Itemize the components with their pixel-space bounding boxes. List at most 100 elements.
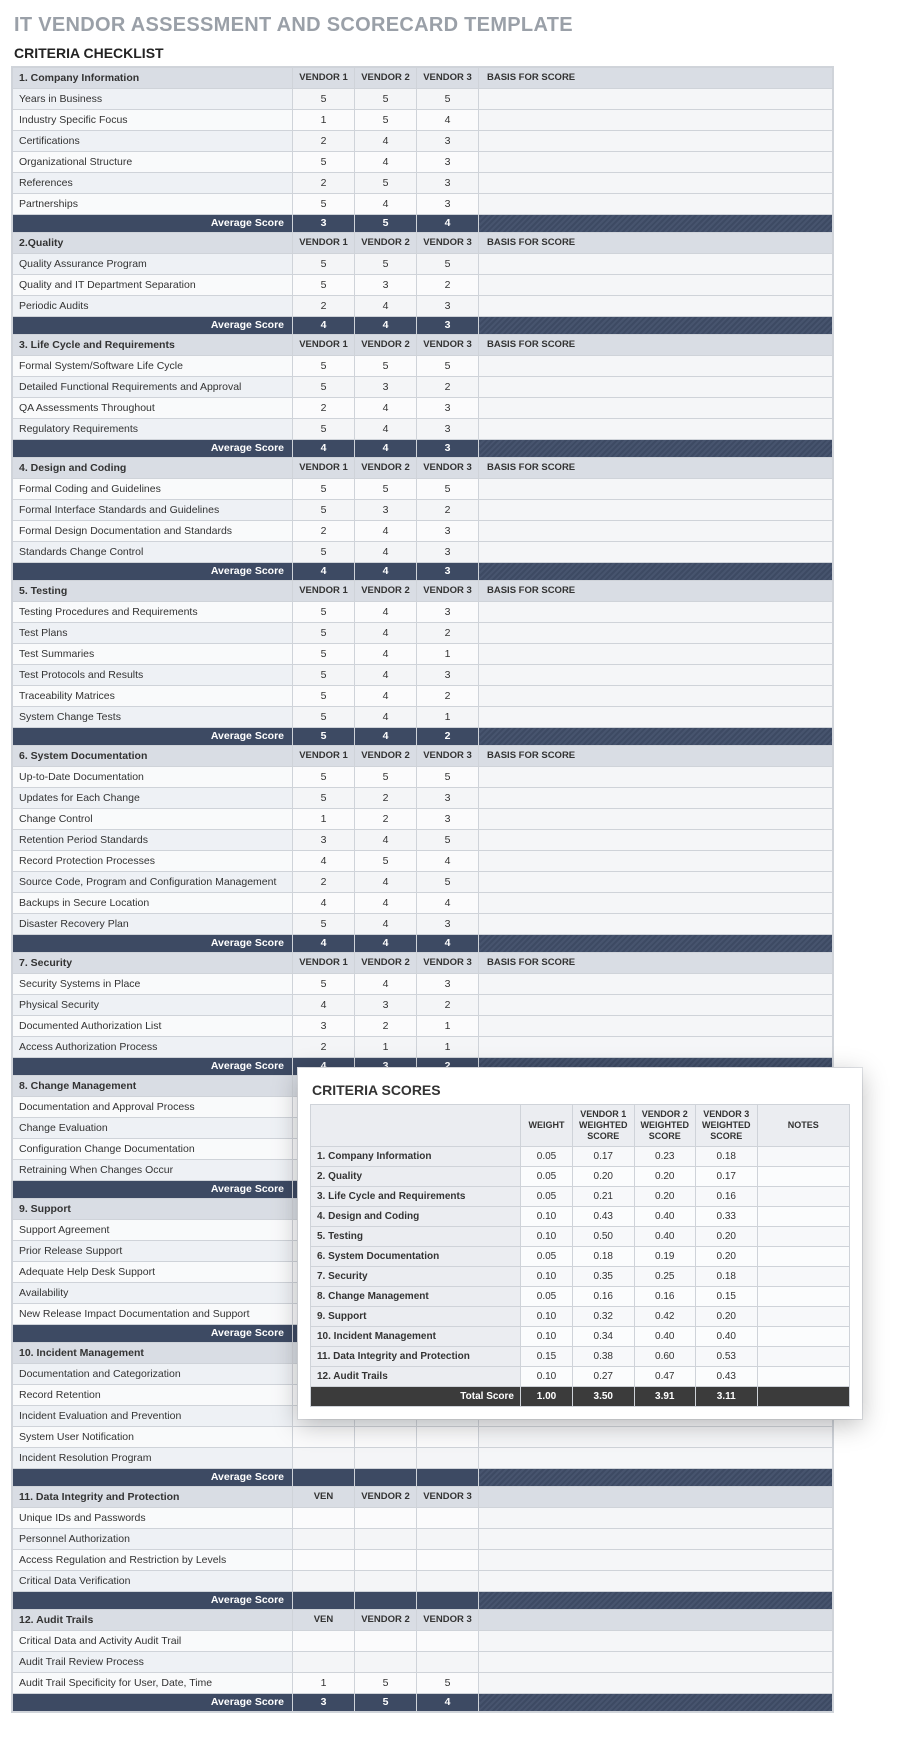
score-v1[interactable]: 5 bbox=[293, 623, 355, 644]
score-v2[interactable]: 3 bbox=[355, 995, 417, 1016]
basis-cell[interactable] bbox=[479, 479, 833, 500]
basis-cell[interactable] bbox=[479, 1427, 833, 1448]
score-v1[interactable]: 5 bbox=[293, 194, 355, 215]
score-v2[interactable]: 3 bbox=[355, 377, 417, 398]
score-v3[interactable]: 3 bbox=[417, 398, 479, 419]
score-v1[interactable] bbox=[293, 1448, 355, 1469]
score-v1[interactable]: 2 bbox=[293, 296, 355, 317]
basis-cell[interactable] bbox=[479, 275, 833, 296]
basis-cell[interactable] bbox=[479, 914, 833, 935]
score-v2[interactable]: 4 bbox=[355, 644, 417, 665]
score-v2[interactable] bbox=[355, 1652, 417, 1673]
score-v1[interactable]: 5 bbox=[293, 767, 355, 788]
score-v3[interactable]: 5 bbox=[417, 356, 479, 377]
score-v3[interactable]: 3 bbox=[417, 974, 479, 995]
score-v2[interactable] bbox=[355, 1529, 417, 1550]
score-v1[interactable]: 5 bbox=[293, 665, 355, 686]
score-v3[interactable]: 4 bbox=[417, 893, 479, 914]
score-v1[interactable]: 2 bbox=[293, 521, 355, 542]
basis-cell[interactable] bbox=[479, 89, 833, 110]
score-v2[interactable]: 4 bbox=[355, 296, 417, 317]
basis-cell[interactable] bbox=[479, 173, 833, 194]
score-row-notes[interactable] bbox=[757, 1347, 850, 1367]
score-v2[interactable]: 5 bbox=[355, 89, 417, 110]
score-v2[interactable]: 4 bbox=[355, 419, 417, 440]
score-v2[interactable]: 4 bbox=[355, 152, 417, 173]
score-v2[interactable]: 4 bbox=[355, 623, 417, 644]
score-v3[interactable]: 3 bbox=[417, 152, 479, 173]
score-v1[interactable]: 1 bbox=[293, 809, 355, 830]
score-v1[interactable]: 2 bbox=[293, 872, 355, 893]
score-v2[interactable] bbox=[355, 1427, 417, 1448]
score-v3[interactable]: 3 bbox=[417, 521, 479, 542]
score-v2[interactable]: 4 bbox=[355, 521, 417, 542]
score-v2[interactable]: 4 bbox=[355, 914, 417, 935]
basis-cell[interactable] bbox=[479, 644, 833, 665]
basis-cell[interactable] bbox=[479, 254, 833, 275]
score-v3[interactable]: 5 bbox=[417, 479, 479, 500]
score-v1[interactable] bbox=[293, 1571, 355, 1592]
score-v2[interactable]: 5 bbox=[355, 767, 417, 788]
score-v1[interactable]: 5 bbox=[293, 788, 355, 809]
score-v1[interactable] bbox=[293, 1652, 355, 1673]
score-v2[interactable]: 5 bbox=[355, 1673, 417, 1694]
score-v3[interactable]: 3 bbox=[417, 914, 479, 935]
score-v2[interactable]: 5 bbox=[355, 254, 417, 275]
score-v2[interactable]: 4 bbox=[355, 686, 417, 707]
score-v1[interactable]: 1 bbox=[293, 1673, 355, 1694]
score-v3[interactable]: 2 bbox=[417, 500, 479, 521]
score-v3[interactable]: 4 bbox=[417, 851, 479, 872]
score-v3[interactable]: 1 bbox=[417, 1037, 479, 1058]
score-v3[interactable]: 2 bbox=[417, 686, 479, 707]
score-v2[interactable]: 2 bbox=[355, 1016, 417, 1037]
score-v3[interactable]: 3 bbox=[417, 131, 479, 152]
score-v3[interactable]: 1 bbox=[417, 644, 479, 665]
basis-cell[interactable] bbox=[479, 521, 833, 542]
score-v1[interactable] bbox=[293, 1550, 355, 1571]
score-row-notes[interactable] bbox=[757, 1147, 850, 1167]
basis-cell[interactable] bbox=[479, 542, 833, 563]
basis-cell[interactable] bbox=[479, 500, 833, 521]
score-v1[interactable]: 5 bbox=[293, 602, 355, 623]
score-v2[interactable]: 2 bbox=[355, 809, 417, 830]
basis-cell[interactable] bbox=[479, 872, 833, 893]
basis-cell[interactable] bbox=[479, 1037, 833, 1058]
basis-cell[interactable] bbox=[479, 830, 833, 851]
score-v2[interactable] bbox=[355, 1550, 417, 1571]
basis-cell[interactable] bbox=[479, 1529, 833, 1550]
basis-cell[interactable] bbox=[479, 767, 833, 788]
basis-cell[interactable] bbox=[479, 1673, 833, 1694]
basis-cell[interactable] bbox=[479, 1652, 833, 1673]
score-v2[interactable] bbox=[355, 1508, 417, 1529]
basis-cell[interactable] bbox=[479, 602, 833, 623]
score-v3[interactable] bbox=[417, 1427, 479, 1448]
basis-cell[interactable] bbox=[479, 296, 833, 317]
score-v3[interactable]: 1 bbox=[417, 1016, 479, 1037]
score-v1[interactable]: 1 bbox=[293, 110, 355, 131]
basis-cell[interactable] bbox=[479, 995, 833, 1016]
basis-cell[interactable] bbox=[479, 809, 833, 830]
score-v3[interactable]: 3 bbox=[417, 602, 479, 623]
score-v3[interactable]: 3 bbox=[417, 665, 479, 686]
basis-cell[interactable] bbox=[479, 788, 833, 809]
score-row-notes[interactable] bbox=[757, 1287, 850, 1307]
score-v3[interactable]: 5 bbox=[417, 89, 479, 110]
score-v1[interactable]: 5 bbox=[293, 419, 355, 440]
score-v3[interactable] bbox=[417, 1448, 479, 1469]
score-v2[interactable]: 4 bbox=[355, 602, 417, 623]
score-v2[interactable]: 4 bbox=[355, 131, 417, 152]
score-v2[interactable]: 2 bbox=[355, 788, 417, 809]
basis-cell[interactable] bbox=[479, 623, 833, 644]
basis-cell[interactable] bbox=[479, 1448, 833, 1469]
score-v2[interactable]: 4 bbox=[355, 974, 417, 995]
score-v2[interactable]: 5 bbox=[355, 851, 417, 872]
score-v1[interactable]: 2 bbox=[293, 1037, 355, 1058]
score-v1[interactable]: 4 bbox=[293, 893, 355, 914]
score-v1[interactable]: 5 bbox=[293, 914, 355, 935]
basis-cell[interactable] bbox=[479, 131, 833, 152]
basis-cell[interactable] bbox=[479, 974, 833, 995]
score-v1[interactable]: 5 bbox=[293, 542, 355, 563]
basis-cell[interactable] bbox=[479, 851, 833, 872]
basis-cell[interactable] bbox=[479, 686, 833, 707]
score-v3[interactable]: 4 bbox=[417, 110, 479, 131]
